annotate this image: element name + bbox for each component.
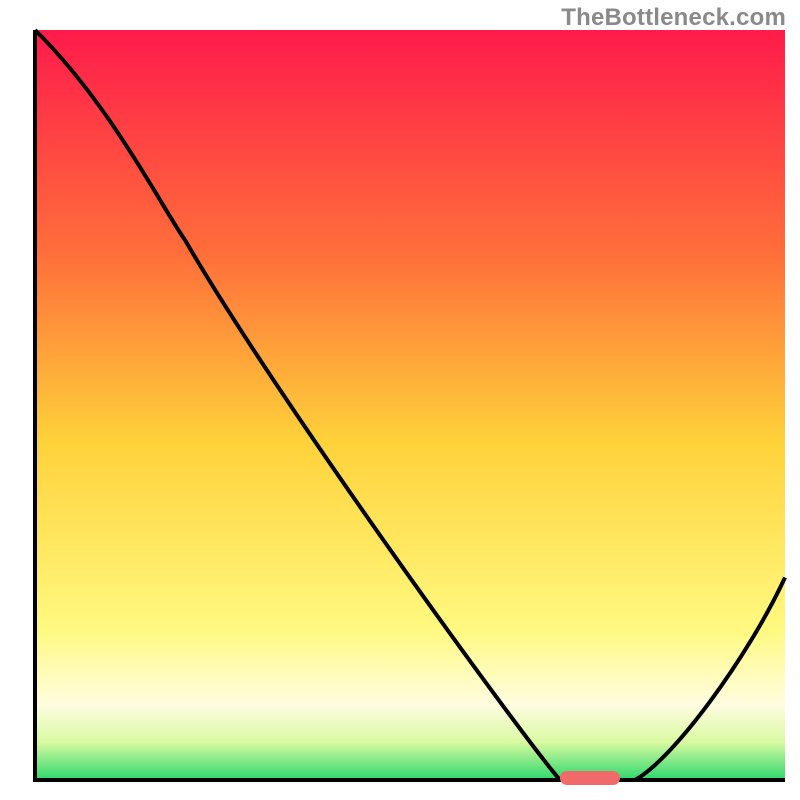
chart-background [35, 30, 785, 780]
chart-container: TheBottleneck.com [0, 0, 800, 800]
watermark-text: TheBottleneck.com [561, 4, 786, 32]
optimal-range-marker [560, 771, 620, 785]
bottleneck-chart [0, 0, 800, 800]
